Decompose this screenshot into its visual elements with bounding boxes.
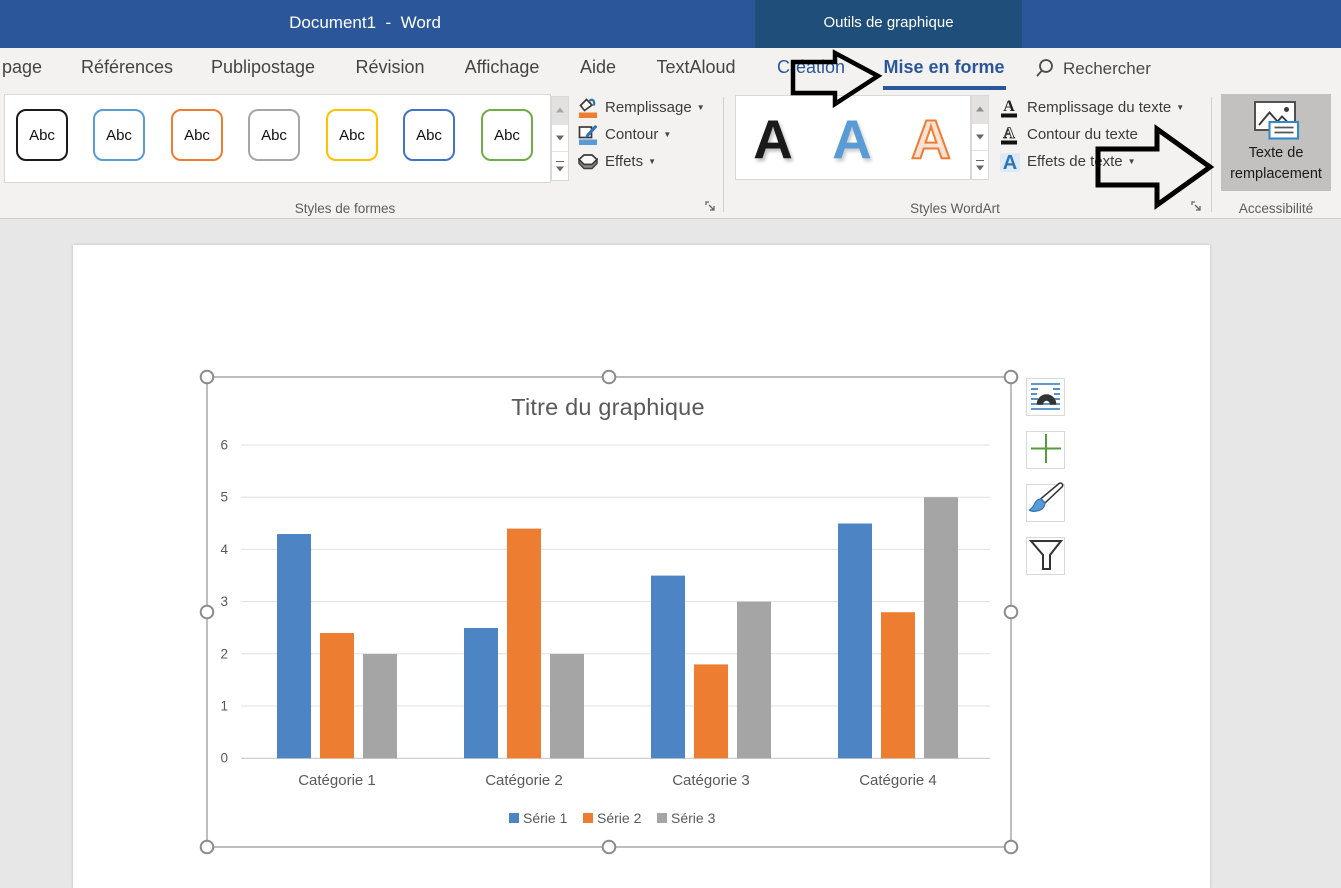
svg-text:A: A: [1003, 98, 1015, 115]
svg-text:A: A: [1003, 125, 1015, 142]
svg-text:A: A: [1003, 152, 1017, 173]
